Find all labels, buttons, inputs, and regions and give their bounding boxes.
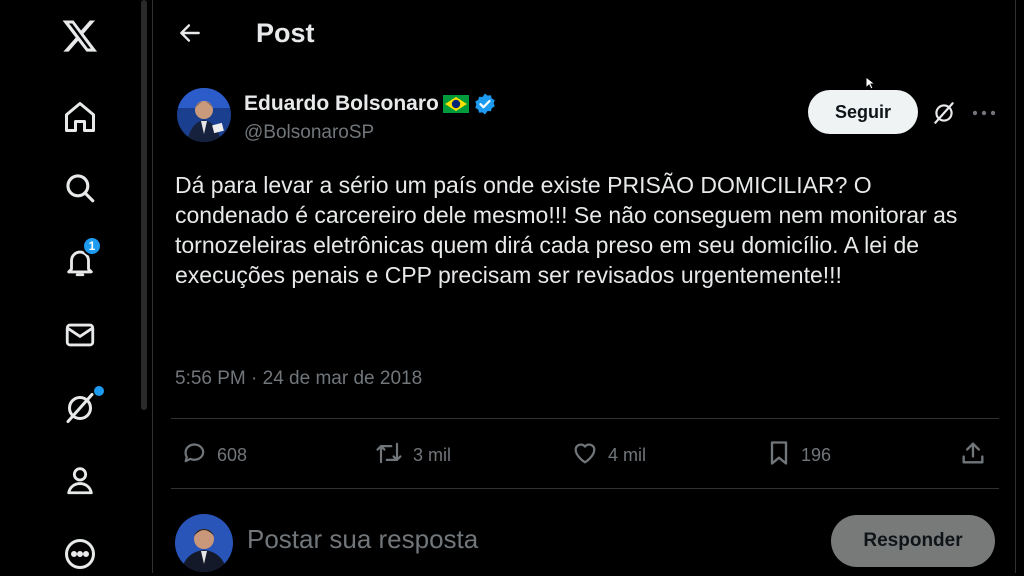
author-avatar[interactable] [177, 88, 231, 142]
home-icon[interactable] [50, 95, 110, 139]
mouse-cursor-icon [865, 75, 877, 95]
like-action[interactable]: 4 mil [570, 438, 646, 472]
follow-button[interactable]: Seguir [808, 90, 918, 134]
messages-icon[interactable] [50, 313, 110, 357]
heart-icon [570, 439, 600, 472]
x-logo-icon[interactable] [50, 14, 110, 58]
repost-count: 3 mil [413, 444, 452, 465]
reply-button[interactable]: Responder [831, 515, 995, 567]
author-name-text: Eduardo Bolsonaro [244, 92, 439, 115]
like-count: 4 mil [608, 444, 647, 465]
scrollbar[interactable] [141, 0, 147, 410]
reply-icon [181, 439, 209, 472]
back-arrow-icon[interactable] [175, 18, 205, 48]
author-handle[interactable]: @BolsonaroSP [244, 122, 374, 144]
post-text: Dá para levar a sério um país onde exist… [175, 172, 958, 288]
reply-action[interactable]: 608 [181, 438, 247, 472]
profile-icon[interactable] [50, 458, 110, 502]
more-options-icon[interactable] [50, 532, 110, 576]
search-icon[interactable] [50, 166, 110, 210]
notifications-badge: 1 [82, 236, 102, 256]
repost-action[interactable]: 3 mil [373, 438, 451, 472]
bookmark-icon [765, 438, 793, 473]
bookmark-action[interactable]: 196 [765, 438, 831, 472]
author-name[interactable]: Eduardo Bolsonaro [244, 92, 497, 116]
verified-badge-icon [473, 92, 497, 116]
reply-input[interactable]: Postar sua resposta [247, 524, 478, 555]
current-user-avatar[interactable] [175, 514, 233, 572]
more-horizontal-icon[interactable] [971, 100, 997, 126]
left-nav: 1 [0, 0, 147, 576]
divider [171, 418, 999, 419]
share-icon [959, 439, 987, 472]
repost-icon [373, 439, 405, 472]
share-action[interactable] [959, 438, 987, 472]
reply-count: 608 [217, 444, 248, 465]
divider [171, 488, 999, 489]
post-timestamp[interactable]: 5:56 PM · 24 de mar de 2018 [175, 368, 422, 390]
brazil-flag-icon [442, 95, 469, 113]
page-title: Post [256, 18, 315, 48]
main-column: Post Eduardo Bolsonaro @BolsonaroSP Segu… [152, 0, 1016, 573]
grok-analyze-icon[interactable] [931, 100, 957, 126]
grok-dot-badge [94, 386, 104, 396]
bookmark-count: 196 [801, 444, 832, 465]
